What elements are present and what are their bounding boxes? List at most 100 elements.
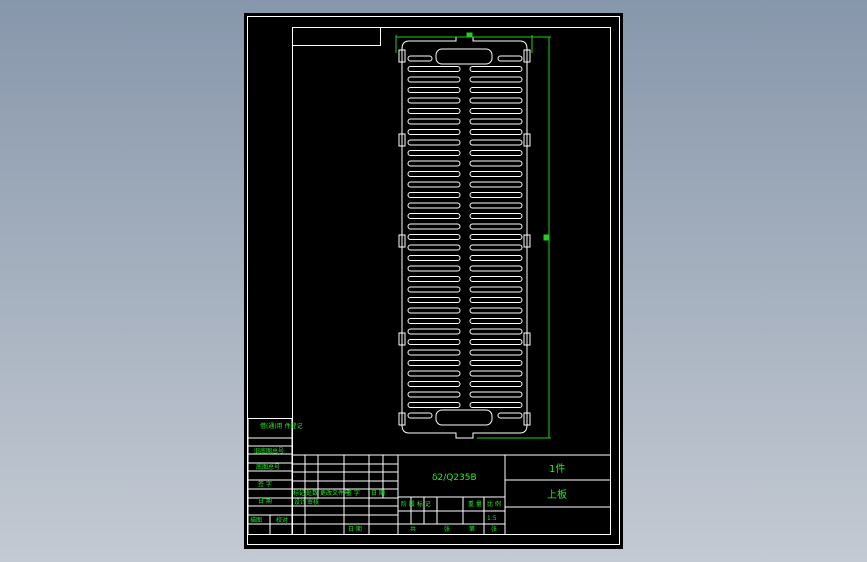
slot <box>469 160 523 167</box>
slot <box>407 171 461 177</box>
slot <box>469 181 523 188</box>
quantity: 1件 <box>549 463 565 475</box>
slot <box>407 55 433 62</box>
slot <box>469 360 523 366</box>
left-label: 签 字 <box>258 480 272 488</box>
slot <box>469 118 523 125</box>
slot <box>469 234 523 240</box>
slot <box>469 66 523 72</box>
slot <box>469 244 523 251</box>
slot <box>407 318 461 324</box>
slot <box>407 181 461 188</box>
slot <box>407 76 461 83</box>
slot <box>469 328 523 335</box>
slot <box>469 349 523 356</box>
change-header: 日 期 <box>371 489 385 497</box>
slot <box>407 192 461 198</box>
slot <box>407 97 461 104</box>
slot <box>407 412 433 419</box>
slot <box>407 370 461 377</box>
slot <box>407 87 461 93</box>
slot <box>407 234 461 240</box>
sheet-info: 张 <box>491 525 497 533</box>
sign-label: 审核 <box>307 498 319 506</box>
part-outline <box>398 36 531 439</box>
slot <box>469 97 523 104</box>
change-header: 标记 <box>293 489 305 497</box>
slot <box>407 66 461 72</box>
left-label: 旧底图总号 <box>254 447 284 455</box>
slot <box>469 150 523 156</box>
slot <box>407 381 461 387</box>
slot <box>407 202 461 209</box>
sheet-info: 第 <box>469 525 475 533</box>
slot <box>469 213 523 219</box>
slot <box>407 360 461 366</box>
slot <box>469 265 523 272</box>
stage-header: 比 例 <box>487 500 501 508</box>
stage-header: 阶 段 标 记 <box>401 500 431 508</box>
corner-box <box>292 27 381 46</box>
slot <box>469 318 523 324</box>
change-header: 处数 <box>306 489 318 497</box>
cad-drawing: 借(通)用 件登记 旧底图总号 底图总号 签 字 日 期 描图 校对 标记 处数… <box>247 16 620 545</box>
slot <box>497 412 523 419</box>
slot <box>407 129 461 135</box>
stage-header: 重 量 <box>468 500 482 508</box>
slot <box>407 160 461 167</box>
slot <box>469 202 523 209</box>
left-label: 描图 <box>250 516 262 524</box>
slot <box>407 286 461 293</box>
slot <box>469 402 523 408</box>
sheet-info: 共 <box>410 525 416 533</box>
slot <box>469 108 523 114</box>
slot <box>407 118 461 125</box>
slot <box>469 307 523 314</box>
slot <box>407 339 461 345</box>
scale-value: 1:5 <box>487 515 497 522</box>
slot <box>407 223 461 230</box>
slot <box>407 402 461 408</box>
slot <box>469 391 523 398</box>
slot <box>469 87 523 93</box>
slot <box>407 213 461 219</box>
slot <box>469 339 523 345</box>
slot <box>469 139 523 146</box>
top-window <box>435 48 493 65</box>
change-header: 签 字 <box>346 489 360 497</box>
sheet-info: 张 <box>444 525 450 533</box>
slot <box>407 244 461 251</box>
drawing-sheet: 借(通)用 件登记 旧底图总号 底图总号 签 字 日 期 描图 校对 标记 处数… <box>244 13 623 549</box>
slot <box>469 297 523 303</box>
slot <box>469 129 523 135</box>
slot <box>407 108 461 114</box>
slot <box>497 55 523 62</box>
plate-outline <box>401 36 528 439</box>
slot <box>469 223 523 230</box>
slot <box>407 265 461 272</box>
slot <box>407 328 461 335</box>
slot <box>469 286 523 293</box>
slot <box>469 370 523 377</box>
slot <box>469 171 523 177</box>
slot <box>407 349 461 356</box>
slot <box>469 192 523 198</box>
slot <box>407 307 461 314</box>
slot <box>469 76 523 83</box>
part-name: 上板 <box>547 488 567 501</box>
slot <box>407 391 461 398</box>
title-block-text: 借(通)用 件登记 旧底图总号 底图总号 签 字 日 期 描图 校对 标记 处数… <box>250 422 567 533</box>
slot <box>469 255 523 261</box>
slot <box>407 139 461 146</box>
material-spec: δ2/Q235B <box>432 473 477 483</box>
left-label: 校对 <box>276 516 288 524</box>
slot <box>407 150 461 156</box>
slot <box>407 276 461 282</box>
left-label: 借(通)用 件登记 <box>260 422 303 430</box>
left-label: 底图总号 <box>256 463 280 471</box>
bottom-window <box>435 409 493 426</box>
slot <box>407 255 461 261</box>
slot <box>469 381 523 387</box>
sign-label: 设计 <box>294 498 306 506</box>
sign-label: 日 期 <box>348 525 362 533</box>
